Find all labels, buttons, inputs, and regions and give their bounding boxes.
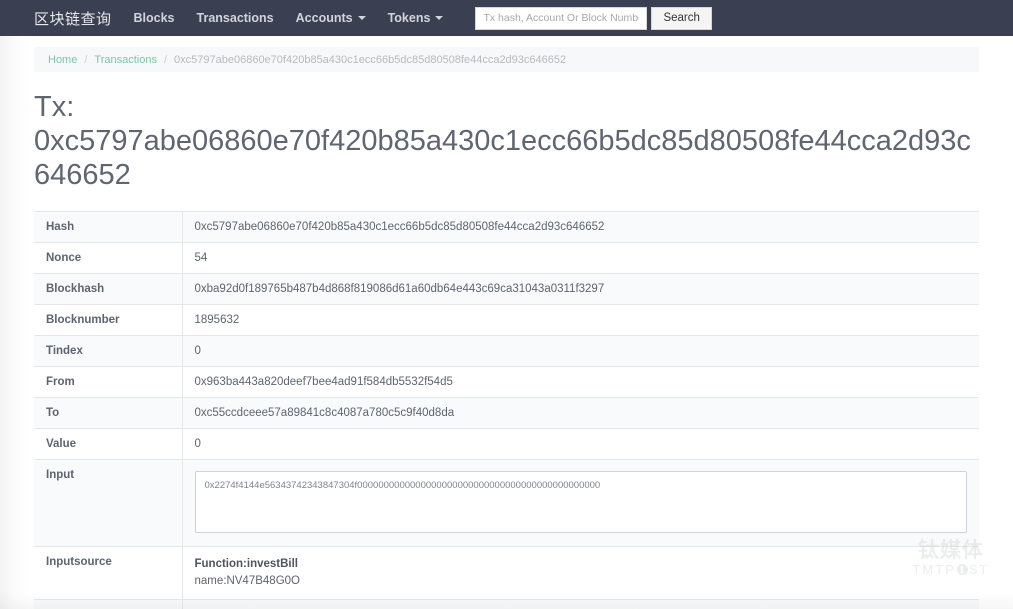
row-label: Nonce [34,242,183,274]
nav-item-accounts-label: Accounts [295,11,353,25]
table-row-inputsource: Inputsource Function:investBill name:NV4… [34,546,979,600]
search-input[interactable] [475,6,648,30]
row-value-value: 0 [182,428,979,460]
row-value-blocknumber[interactable]: 1895632 [182,304,979,336]
row-value-tindex: 0 [182,335,979,367]
nav-item-transactions-label: Transactions [196,11,274,25]
table-row: Blocknumber 1895632 [34,304,979,336]
breadcrumb-separator: / [84,53,88,66]
row-value-receiptlogs-cell: Event:InvestBill Index:0 name:NV47B48G0O… [182,599,979,609]
row-label: Input [34,459,183,547]
page-title-prefix: Tx: [34,91,75,123]
transaction-detail-body: Hash 0xc5797abe06860e70f420b85a430c1ecc6… [34,211,979,609]
table-row: Nonce 54 [34,242,979,274]
input-data-textarea[interactable]: 0x2274f4144e56343742343847304f0000000000… [194,471,967,534]
row-label: Hash [34,211,183,243]
row-value-from[interactable]: 0x963ba443a820deef7bee4ad91f584db5532f54… [182,366,979,398]
site-brand[interactable]: 区块链查询 [34,8,112,29]
nav-item-tokens-label: Tokens [387,11,431,25]
inputsource-function: Function:investBill [194,558,299,571]
nav-item-blocks[interactable]: Blocks [134,11,175,25]
table-row: Tindex 0 [34,335,979,367]
table-row: Blockhash 0xba92d0f189765b487b4d868f8190… [34,273,979,305]
breadcrumb-separator: / [163,53,168,66]
transaction-detail-table: Hash 0xc5797abe06860e70f420b85a430c1ecc6… [34,211,979,609]
row-value-blockhash[interactable]: 0xba92d0f189765b487b4d868f819086d61a60db… [182,273,979,305]
row-label: From [34,366,183,398]
row-label: Receiptlogs [34,599,183,609]
row-label: Value [34,428,183,460]
breadcrumb-home[interactable]: Home [48,54,77,66]
nav-item-accounts[interactable]: Accounts [296,11,366,25]
table-row: Value 0 [34,428,979,460]
nav-item-transactions[interactable]: Transactions [197,11,274,25]
row-value-inputsource-cell: Function:investBill name:NV47B48G0O [182,546,979,600]
row-label: Blocknumber [34,304,183,336]
breadcrumb: Home / Transactions / 0xc5797abe06860e70… [34,47,979,72]
breadcrumb-current-hash: 0xc5797abe06860e70f420b85a430c1ecc66b5dc… [174,53,567,66]
row-label: To [34,397,183,429]
row-value-nonce: 54 [182,242,979,274]
row-label: Tindex [34,335,183,367]
table-row-input: Input 0x2274f4144e56343742343847304f0000… [34,459,979,547]
row-value-input-cell: 0x2274f4144e56343742343847304f0000000000… [182,459,979,547]
search-button[interactable]: Search [651,6,712,30]
row-value-hash: 0xc5797abe06860e70f420b85a430c1ecc66b5dc… [182,211,979,243]
table-row: Hash 0xc5797abe06860e70f420b85a430c1ecc6… [34,211,979,243]
page-title: Tx: 0xc5797abe06860e70f420b85a430c1ecc66… [34,90,979,192]
breadcrumb-transactions[interactable]: Transactions [94,54,157,66]
chevron-down-icon [357,16,366,20]
row-label: Blockhash [34,273,183,305]
row-label: Inputsource [34,546,183,600]
row-value-to[interactable]: 0xc55ccdceee57a89841c8c4087a780c5c9f40d8… [182,397,979,429]
chevron-down-icon [435,16,444,20]
page-title-hash: 0xc5797abe06860e70f420b85a430c1ecc66b5dc… [34,125,971,191]
nav-item-blocks-label: Blocks [133,11,175,25]
page-content: Home / Transactions / 0xc5797abe06860e70… [0,47,1013,609]
nav-item-tokens[interactable]: Tokens [388,11,444,25]
table-row: From 0x963ba443a820deef7bee4ad91f584db55… [34,366,979,398]
inputsource-name: name:NV47B48G0O [194,575,300,588]
top-navbar: 区块链查询 Blocks Transactions Accounts Token… [0,0,1013,36]
table-row: To 0xc55ccdceee57a89841c8c4087a780c5c9f4… [34,397,979,429]
table-row-receiptlogs: Receiptlogs Event:InvestBill Index:0 nam… [34,599,979,609]
